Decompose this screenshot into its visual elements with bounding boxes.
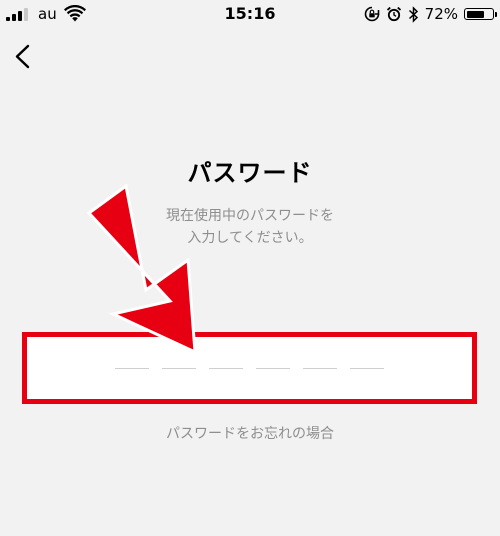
status-bar: au 15:16 72% xyxy=(0,0,500,30)
description-line-1: 現在使用中のパスワードを xyxy=(166,208,334,224)
password-slot xyxy=(303,368,337,369)
forgot-password-link[interactable]: パスワードをお忘れの場合 xyxy=(0,423,500,443)
battery-percent: 72% xyxy=(424,5,458,23)
page-title: パスワード xyxy=(187,159,313,187)
password-slots xyxy=(27,368,472,369)
password-input[interactable] xyxy=(22,332,477,404)
bluetooth-icon xyxy=(408,5,418,23)
battery-icon xyxy=(464,8,497,20)
password-slot xyxy=(162,368,196,369)
password-slot xyxy=(115,368,149,369)
page-description: 現在使用中のパスワードを 入力してください。 xyxy=(0,205,500,249)
orientation-lock-icon xyxy=(364,6,379,22)
password-slot xyxy=(256,368,290,369)
password-slot xyxy=(350,368,384,369)
alarm-icon xyxy=(386,6,401,22)
password-screen: au 15:16 72% パスワード 現在使用中のパスワードを 入力してください… xyxy=(0,0,500,536)
status-right-group: 72% xyxy=(364,5,497,23)
chevron-left-icon[interactable] xyxy=(10,40,38,72)
arrow-down-right-icon xyxy=(86,183,197,355)
description-line-2: 入力してください。 xyxy=(187,230,313,246)
password-slot xyxy=(209,368,243,369)
battery-level xyxy=(466,10,484,18)
